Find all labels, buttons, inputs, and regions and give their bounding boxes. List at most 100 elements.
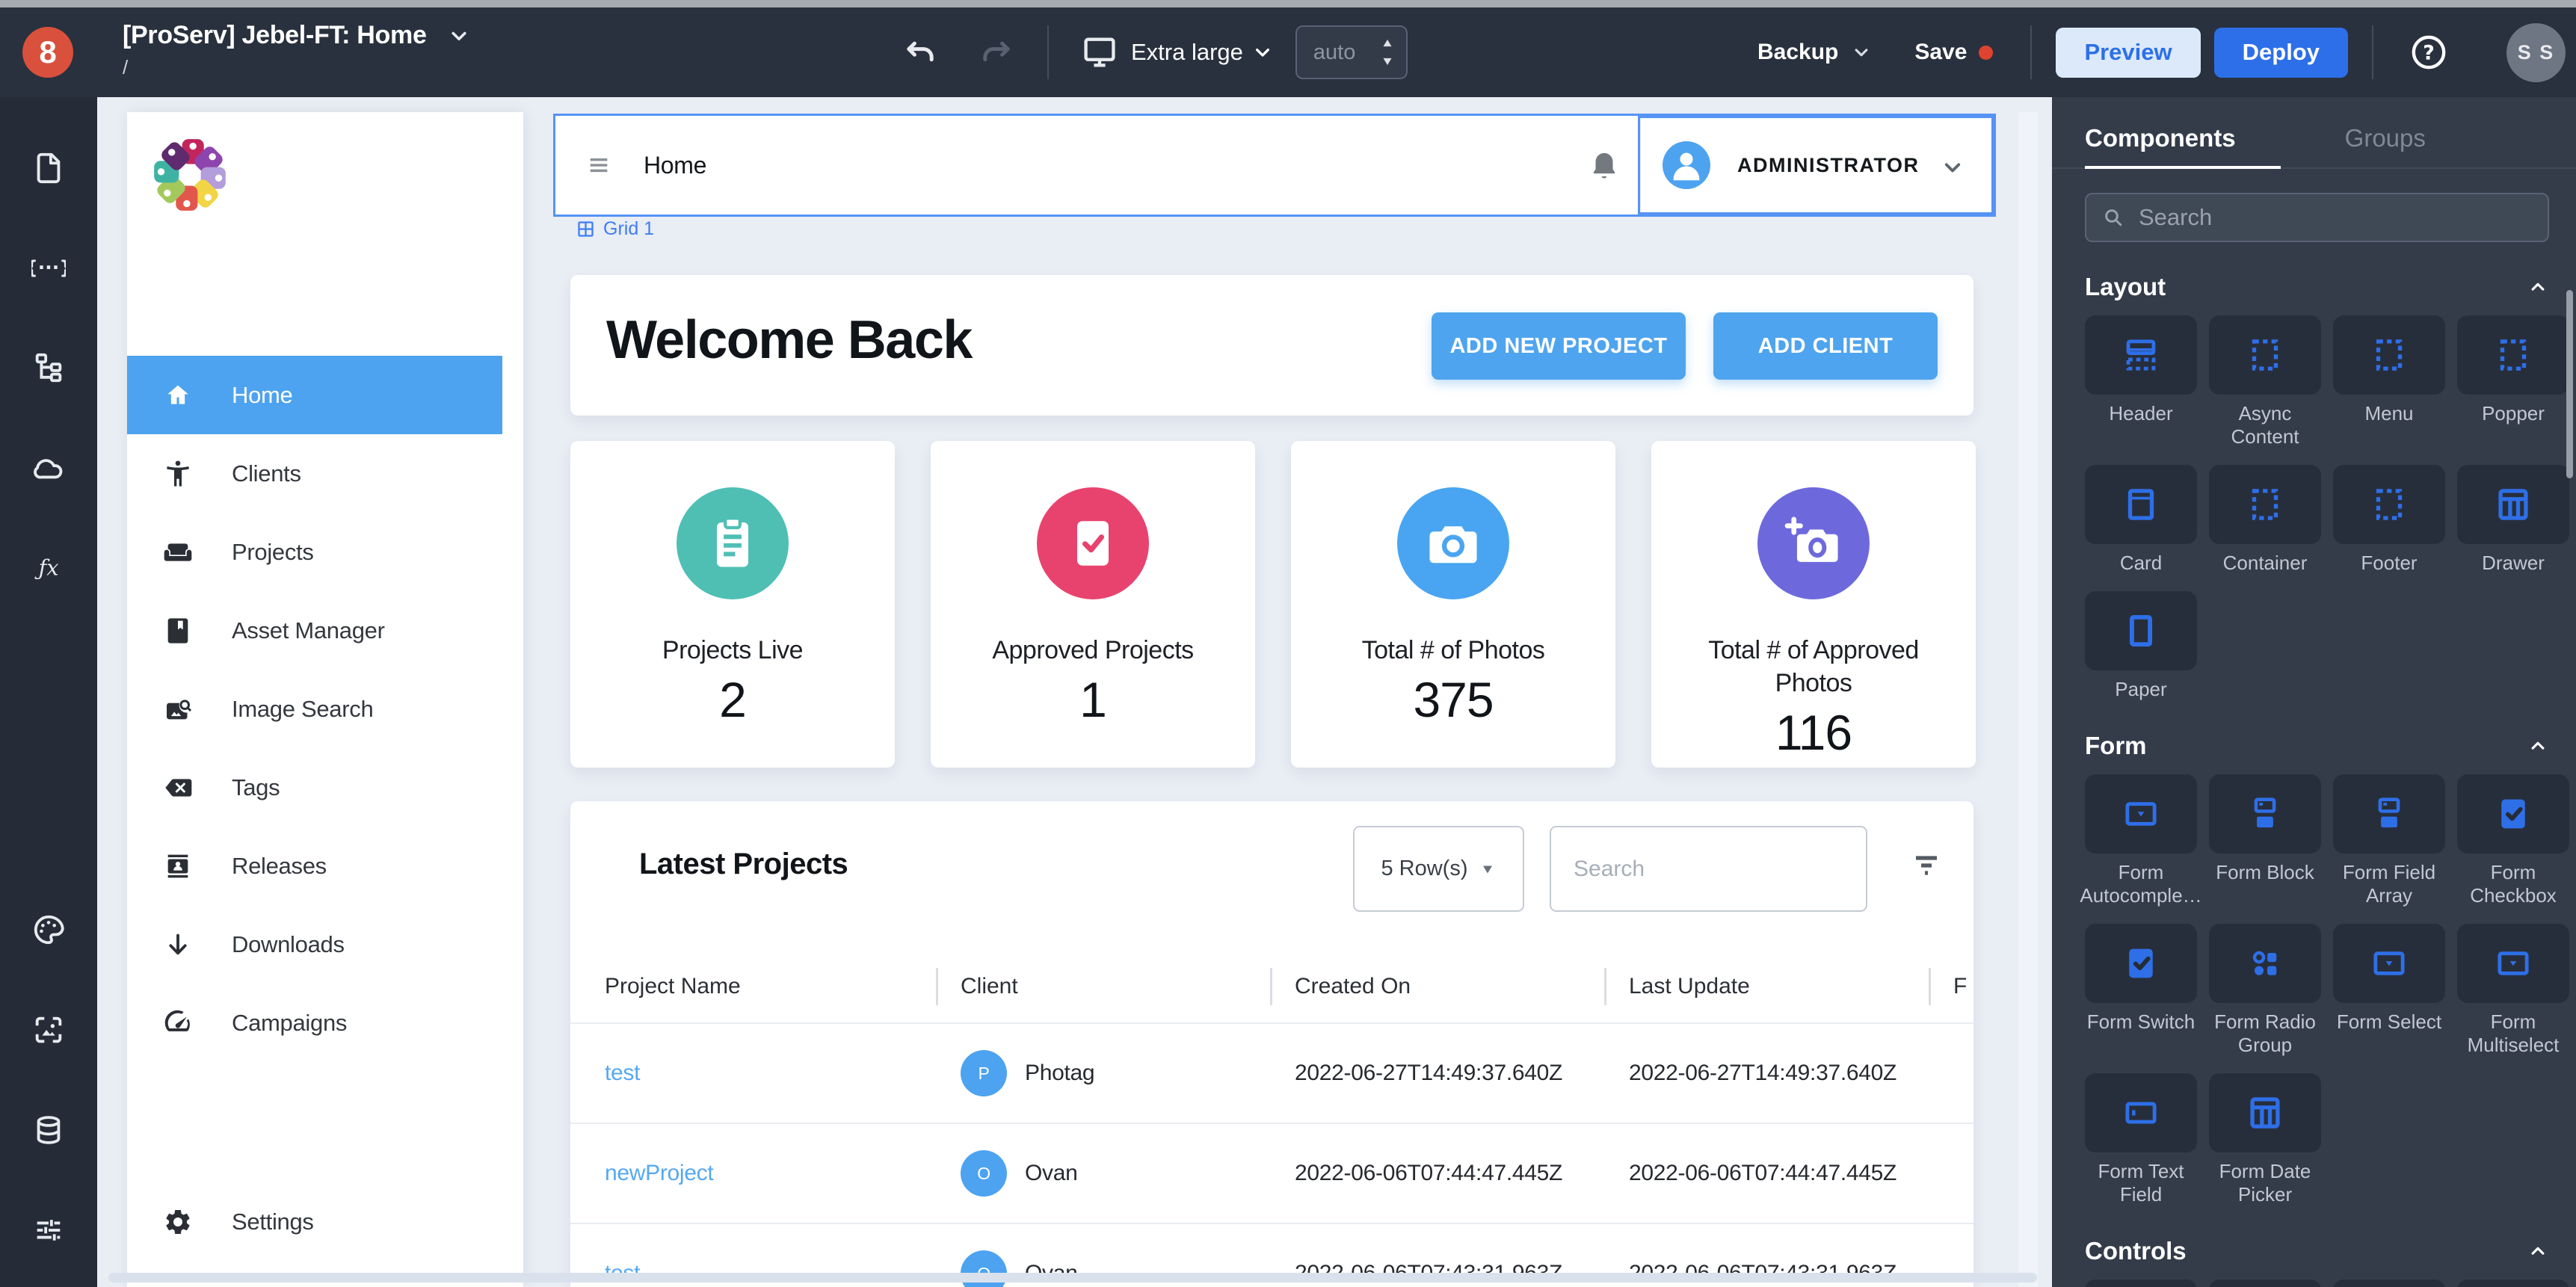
functions-icon[interactable]: ƒx <box>31 551 66 585</box>
device-size-label[interactable]: Extra large <box>1131 39 1243 66</box>
panel-tabs: Components Groups <box>2085 124 2549 169</box>
table-row[interactable]: test P Photag 2022-06-27T14:49:37.640Z 2… <box>570 1022 1973 1123</box>
tile-check-icon <box>2119 942 2163 985</box>
image-icon[interactable] <box>31 1013 66 1047</box>
file-icon[interactable] <box>31 150 66 185</box>
component-tile[interactable] <box>2333 1280 2445 1287</box>
palette-icon[interactable] <box>31 913 66 947</box>
component-tile[interactable] <box>2209 1280 2321 1287</box>
add-client-button[interactable]: ADD CLIENT <box>1713 312 1938 380</box>
component-tile[interactable]: Paper <box>2085 591 2197 701</box>
database-icon[interactable] <box>31 1113 66 1147</box>
add-new-project-button[interactable]: ADD NEW PROJECT <box>1432 312 1686 380</box>
project-link[interactable]: test <box>605 1061 640 1086</box>
tune-icon[interactable] <box>31 1213 66 1247</box>
component-tile[interactable]: Header <box>2085 315 2197 448</box>
component-tile[interactable]: Popper <box>2457 315 2569 448</box>
product-logo[interactable]: 8 <box>22 27 73 78</box>
horizontal-scrollbar[interactable] <box>108 1273 2037 1283</box>
user-avatar[interactable]: S S <box>2506 22 2566 82</box>
component-tile[interactable]: Form Select <box>2333 924 2445 1057</box>
deploy-button[interactable]: Deploy <box>2213 27 2348 78</box>
sidebar-nav-item[interactable]: Downloads <box>127 905 523 984</box>
table-search-input[interactable] <box>1551 827 1866 910</box>
hamburger-icon[interactable] <box>584 153 614 177</box>
camera-icon <box>1422 512 1485 575</box>
sidebar-nav-item-settings[interactable]: Settings <box>127 1182 523 1261</box>
sidebar-nav-item[interactable]: Releases <box>127 827 523 905</box>
component-tile-label: Card <box>2119 552 2163 574</box>
user-menu[interactable]: ADMINISTRATOR <box>1638 116 1994 214</box>
chevron-down-icon[interactable] <box>446 23 472 49</box>
tree-icon[interactable] <box>31 351 66 385</box>
sidebar-nav-item[interactable]: Clients <box>127 434 523 513</box>
preview-button[interactable]: Preview <box>2056 27 2201 78</box>
app-title[interactable]: [ProServ] Jebel-FT: Home <box>123 21 427 50</box>
component-tile[interactable]: Form Autocomple… <box>2080 774 2202 907</box>
bell-icon[interactable] <box>1587 149 1621 183</box>
component-tile[interactable]: Form Radio Group <box>2209 924 2321 1057</box>
tab-groups[interactable]: Groups <box>2345 124 2426 169</box>
component-tile[interactable]: Form Date Picker <box>2209 1073 2321 1206</box>
sidebar-nav-item[interactable]: Asset Manager <box>127 591 523 670</box>
rows-per-page-select[interactable]: 5 Row(s) <box>1353 826 1524 912</box>
cloud-icon[interactable] <box>31 451 66 485</box>
component-tile[interactable]: Footer <box>2333 465 2445 575</box>
component-tile[interactable]: Form Text Field <box>2085 1073 2197 1206</box>
backup-button[interactable]: Backup <box>1757 40 1873 65</box>
component-tile[interactable]: Form Block <box>2209 774 2321 907</box>
component-tile[interactable]: Form Switch <box>2085 924 2197 1057</box>
section-header-form[interactable]: Form <box>2085 731 2549 761</box>
sidebar-nav-item[interactable]: Projects <box>127 513 523 591</box>
sidebar-nav-item[interactable]: Home <box>127 356 502 434</box>
chevron-down-icon[interactable] <box>1939 154 1966 181</box>
table-column-header[interactable]: Last Update <box>1604 967 1929 1006</box>
component-tile-label: Footer <box>2361 552 2418 574</box>
component-tile[interactable]: Async Content <box>2209 315 2321 448</box>
chevron-down-icon[interactable] <box>1251 40 1275 64</box>
component-tile[interactable]: Card <box>2085 465 2197 575</box>
tab-components[interactable]: Components <box>2085 124 2281 169</box>
sidebar-nav-item[interactable]: Image Search <box>127 670 523 748</box>
redo-icon[interactable] <box>977 33 1016 72</box>
component-tile[interactable]: Drawer <box>2457 465 2569 575</box>
sidebar-nav-item[interactable]: Tags <box>127 748 523 827</box>
grid-component-label[interactable]: Grid 1 <box>576 218 654 240</box>
component-tile[interactable] <box>2457 1280 2569 1287</box>
chevron-up-icon[interactable] <box>2527 1240 2549 1262</box>
project-link[interactable]: newProject <box>605 1161 714 1186</box>
component-search-input[interactable] <box>2125 204 2548 231</box>
component-tile[interactable]: Form Multiselect <box>2457 924 2569 1057</box>
chevron-up-icon[interactable] <box>2527 276 2549 298</box>
table-row[interactable]: newProject O Ovan 2022-06-06T07:44:47.44… <box>570 1123 1973 1223</box>
panel-scrollbar-thumb[interactable] <box>2566 290 2573 478</box>
canvas-scrollbar-track[interactable] <box>2018 112 2038 1287</box>
app-header-component[interactable]: Home ADMINISTRATOR <box>553 114 1996 217</box>
table-column-header[interactable]: F <box>1929 967 1973 1006</box>
question-icon[interactable]: ? <box>2409 33 2448 72</box>
component-tile[interactable]: Menu <box>2333 315 2445 448</box>
tile-dashed-icon <box>2367 483 2411 526</box>
component-tile[interactable]: Form Checkbox <box>2457 774 2569 907</box>
filter-icon[interactable] <box>1908 848 1944 883</box>
table-column-header[interactable]: Client <box>936 967 1270 1006</box>
caret-down-icon[interactable] <box>1379 56 1396 67</box>
section-header-controls[interactable]: Controls <box>2085 1236 2549 1266</box>
component-tile[interactable]: Container <box>2209 465 2321 575</box>
table-search-field <box>1550 826 1867 912</box>
table-column-header[interactable]: Created On <box>1270 967 1604 1006</box>
stat-icon-circle <box>677 487 789 599</box>
component-tile[interactable] <box>2085 1280 2197 1287</box>
component-tile[interactable]: Form Field Array <box>2333 774 2445 907</box>
undo-icon[interactable] <box>901 33 940 72</box>
zoom-stepper[interactable]: auto <box>1295 25 1408 79</box>
search-icon <box>2101 206 2125 229</box>
code-icon[interactable]: {···} <box>31 250 66 285</box>
caret-up-icon[interactable] <box>1379 38 1396 49</box>
chevron-up-icon[interactable] <box>2527 735 2549 757</box>
tile-dashed-icon <box>2243 483 2287 526</box>
sidebar-nav-item[interactable]: Campaigns <box>127 984 523 1062</box>
table-column-header[interactable]: Project Name <box>605 967 936 1006</box>
section-header-layout[interactable]: Layout <box>2085 272 2549 302</box>
save-button[interactable]: Save <box>1914 40 1994 65</box>
